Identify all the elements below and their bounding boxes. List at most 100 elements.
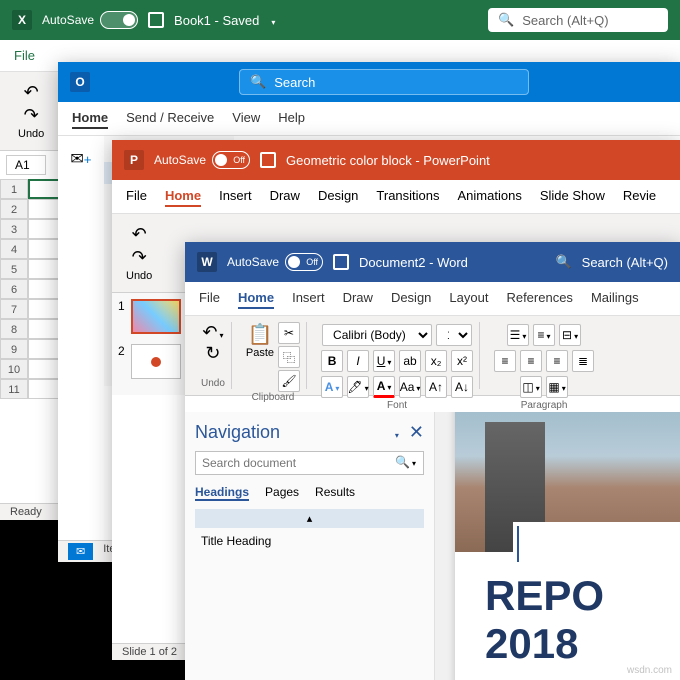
word-search-label[interactable]: Search (Alt+Q) [582,255,668,270]
outlook-tab[interactable]: Help [278,108,305,129]
superscript-button[interactable]: x² [451,350,473,372]
underline-button[interactable]: U [373,350,395,372]
outlook-search[interactable]: 🔍 Search [239,69,529,95]
ppt-tab[interactable]: Revie [623,186,656,207]
undo-icon[interactable]: ↶ [132,224,147,245]
word-title: Document2 - Word [359,255,468,270]
ppt-tab[interactable]: Insert [219,186,252,207]
ppt-tab[interactable]: Home [165,186,201,207]
outlook-tab[interactable]: Home [72,108,108,129]
borders-button[interactable]: ▦ [546,376,568,398]
ppt-tab[interactable]: Slide Show [540,186,605,207]
excel-row-header[interactable]: 8 [0,319,28,339]
nav-tab[interactable]: Results [315,485,355,501]
excel-row-header[interactable]: 7 [0,299,28,319]
nav-tab[interactable]: Pages [265,485,299,501]
word-autosave-label: AutoSave [227,255,279,269]
word-tab[interactable]: Draw [343,288,373,309]
highlight-button[interactable]: 🖊 [347,376,369,398]
excel-row-header[interactable]: 2 [0,199,28,219]
excel-undo-label: Undo [18,128,44,140]
font-family-select[interactable]: Calibri (Body) [322,324,432,346]
numbering-button[interactable]: ≡ [533,324,555,346]
save-icon[interactable] [260,152,276,168]
ppt-autosave-label: AutoSave [154,153,206,167]
text-effects-button[interactable]: A [321,376,343,398]
font-size-select[interactable]: 14 [436,324,472,346]
excel-row-header[interactable]: 3 [0,219,28,239]
search-icon[interactable]: 🔍 [555,254,571,270]
word-autosave-toggle[interactable]: Off [285,253,323,271]
paste-icon[interactable]: 📋 [246,322,274,347]
ppt-tab[interactable]: Animations [458,186,522,207]
font-color-button[interactable]: A [373,376,395,398]
align-right-button[interactable]: ≡ [546,350,568,372]
outlook-tab[interactable]: Send / Receive [126,108,214,129]
search-icon[interactable]: 🔍 [395,455,416,469]
outlook-tab[interactable]: View [232,108,260,129]
nav-tab[interactable]: Headings [195,485,249,501]
ppt-tab[interactable]: Transitions [376,186,439,207]
word-tab[interactable]: Insert [292,288,325,309]
ppt-menubar: File Home Insert Draw Design Transitions Anima… [112,180,680,214]
ppt-tab[interactable]: Design [318,186,358,207]
undo-icon[interactable]: ↶ [24,82,39,103]
undo-icon[interactable]: ↶ [202,322,223,343]
paragraph-label: Paragraph [521,400,568,411]
nav-heading-item[interactable]: Title Heading [195,532,424,550]
ppt-tab[interactable]: Draw [270,186,300,207]
excel-autosave-toggle[interactable] [100,11,138,29]
save-icon[interactable] [333,254,349,270]
excel-row-header[interactable]: 6 [0,279,28,299]
word-tab[interactable]: Home [238,288,274,309]
nav-heading-bar[interactable]: ▴ [195,509,424,528]
excel-row-header[interactable]: 11 [0,379,28,399]
word-tab[interactable]: File [199,288,220,309]
redo-icon[interactable]: ↻ [205,343,220,364]
italic-button[interactable]: I [347,350,369,372]
save-icon[interactable] [148,12,164,28]
nav-options-icon[interactable] [393,422,399,442]
grow-font-button[interactable]: A↑ [425,376,447,398]
copy-icon[interactable]: ⿻ [278,346,300,368]
word-tab[interactable]: Mailings [591,288,639,309]
navigation-title: Navigation [195,422,280,443]
excel-row-header[interactable]: 4 [0,239,28,259]
chevron-down-icon[interactable] [269,13,275,28]
excel-titlebar: X AutoSave Book1 - Saved 🔍 Search (Alt+Q… [0,0,680,40]
excel-row-header[interactable]: 5 [0,259,28,279]
shrink-font-button[interactable]: A↓ [451,376,473,398]
align-left-button[interactable]: ≡ [494,350,516,372]
justify-button[interactable]: ≣ [572,350,594,372]
align-center-button[interactable]: ≡ [520,350,542,372]
excel-search[interactable]: 🔍 Search (Alt+Q) [488,8,668,32]
word-tab[interactable]: Design [391,288,431,309]
outlook-menubar: Home Send / Receive View Help [58,102,680,136]
mail-icon[interactable]: ✉ [68,543,93,560]
word-tab[interactable]: References [506,288,572,309]
excel-file-tab[interactable]: File [14,46,35,65]
shading-button[interactable]: ◫ [520,376,542,398]
redo-icon[interactable]: ↷ [132,247,147,268]
strike-button[interactable]: ab [399,350,421,372]
word-tab[interactable]: Layout [449,288,488,309]
excel-cell-reference[interactable] [6,155,46,175]
redo-icon[interactable]: ↷ [24,105,39,126]
cut-icon[interactable]: ✂ [278,322,300,344]
subscript-button[interactable]: x₂ [425,350,447,372]
ppt-title: Geometric color block - PowerPoint [286,153,490,168]
change-case-button[interactable]: Aa [399,376,421,398]
close-icon[interactable]: ✕ [409,422,424,442]
multilevel-button[interactable]: ⊟ [559,324,581,346]
excel-row-header[interactable]: 10 [0,359,28,379]
ppt-autosave-toggle[interactable]: Off [212,151,250,169]
new-mail-button[interactable]: ✉+ [66,144,96,174]
ppt-tab[interactable]: File [126,186,147,207]
nav-search-input[interactable] [195,451,424,475]
excel-row-header[interactable]: 9 [0,339,28,359]
format-painter-icon[interactable]: 🖌 [278,370,300,392]
excel-row-header[interactable]: 1 [0,179,28,199]
bullets-button[interactable]: ☰ [507,324,529,346]
bold-button[interactable]: B [321,350,343,372]
font-group-label: Font [387,400,407,411]
